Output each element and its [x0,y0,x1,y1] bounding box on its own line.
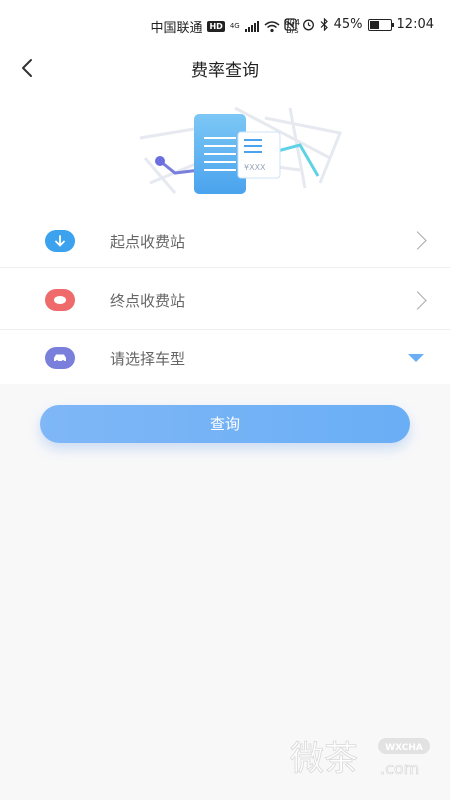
watermark-badge: WXCHA [385,743,423,753]
hd-badge: HD [207,21,225,32]
battery-icon [367,18,394,31]
chevron-right-icon [408,231,427,250]
start-station-row[interactable]: 起点收费站 [0,208,450,268]
signal-icon [244,21,259,32]
route-illustration: ¥XXX [139,106,343,194]
alarm-icon [302,19,314,31]
bluetooth-icon [320,18,328,31]
car-icon [45,347,75,369]
hero-banner: ¥XXX [0,88,450,208]
start-station-label: 起点收费站 [110,233,186,251]
watermark-text: 微茶 [290,739,358,779]
page-title: 费率查询 [191,61,259,81]
query-button[interactable]: 查询 [40,405,410,443]
battery-level [369,20,379,29]
clock-time: 12:04 [396,17,434,32]
network-type: 4G [229,22,240,30]
nav-bar: 费率查询 [0,48,450,88]
status-bar: 中国联通 HD 4G 804 B/s 45% 12:04 [0,0,450,48]
divider [0,329,450,330]
wifi-icon [264,20,280,32]
fee-amount-text: ¥XXX [244,163,266,172]
end-station-icon [45,289,75,311]
start-station-icon [45,230,75,252]
dropdown-arrow-icon [408,354,424,362]
battery-percent: 45% [333,17,363,32]
vehicle-type-placeholder: 请选择车型 [110,350,186,368]
carrier-name: 中国联通 [150,21,203,36]
nfc-icon [283,18,297,31]
status-left: 中国联通 HD 4G 804 B/s [150,17,300,36]
watermark-domain: .com [380,759,419,778]
vehicle-type-select[interactable]: 请选择车型 [0,332,450,384]
end-station-row[interactable]: 终点收费站 [0,270,450,330]
chevron-right-icon [408,291,427,310]
status-right: 45% 12:04 [283,17,434,32]
query-form: 起点收费站 终点收费站 请选择车型 [0,208,450,384]
site-watermark: 微茶 WXCHA .com [290,738,430,779]
end-station-label: 终点收费站 [110,292,186,310]
divider [0,267,450,268]
